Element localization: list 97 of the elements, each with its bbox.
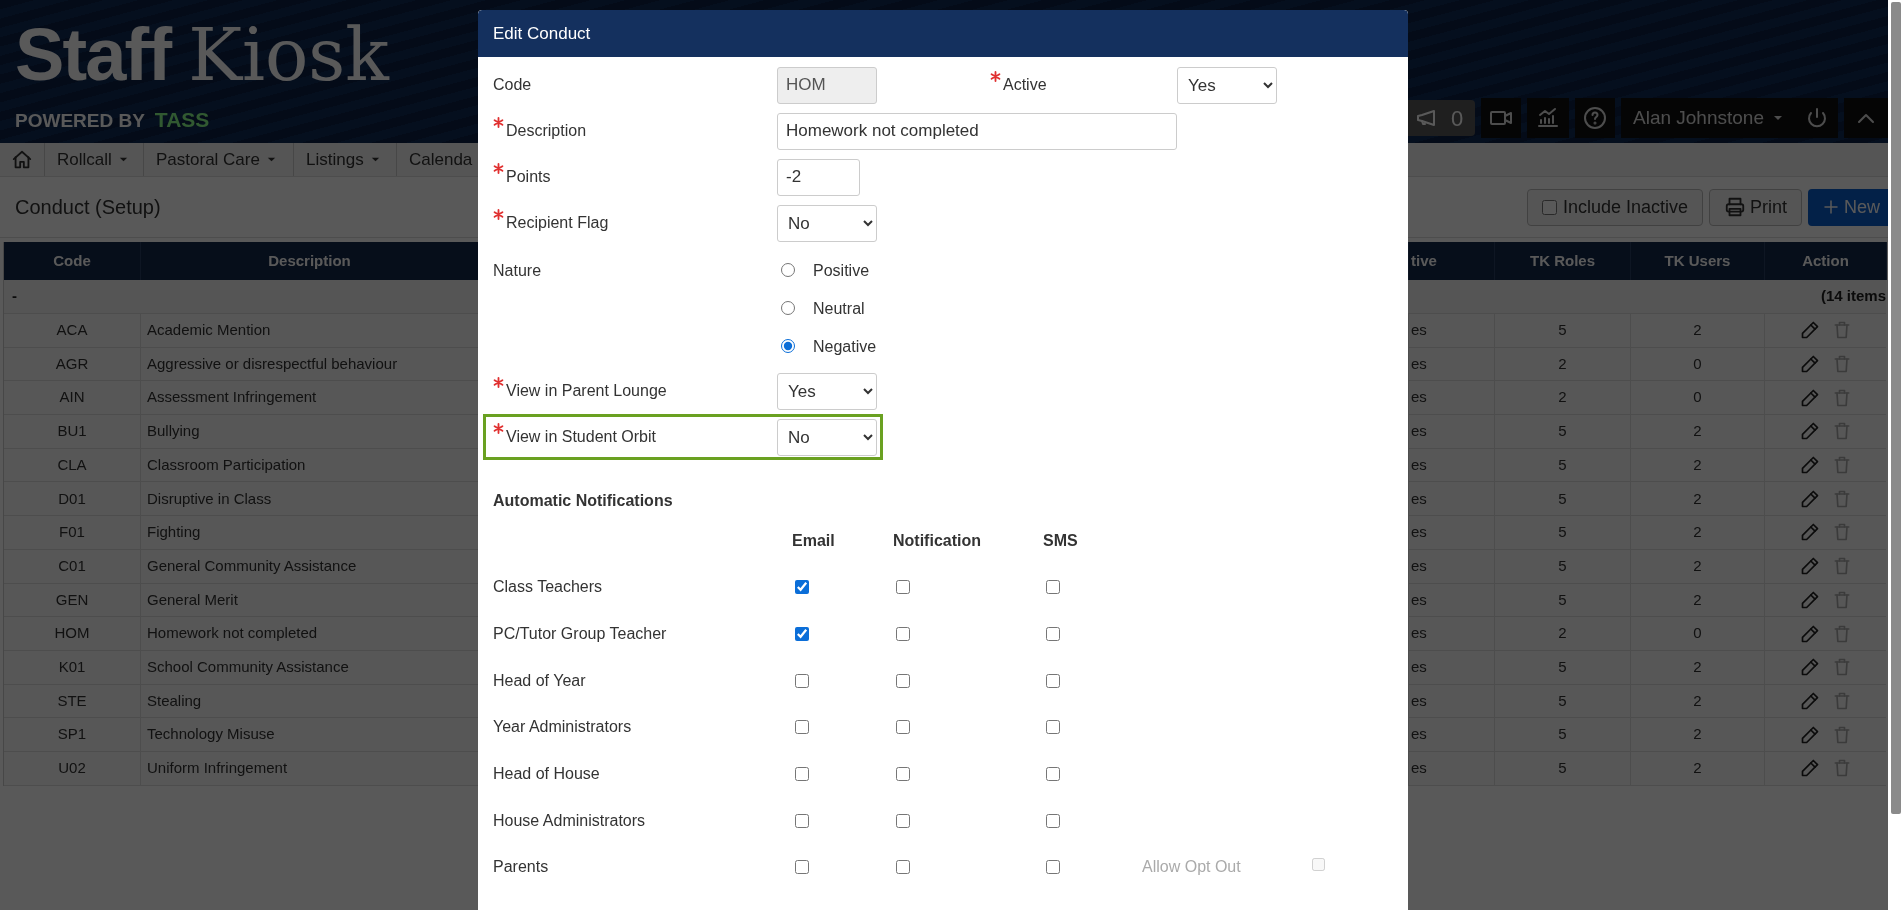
- table-cell-text: 5: [1558, 488, 1567, 509]
- table-cell-text: U02: [58, 758, 86, 779]
- table-cell-text: 2: [1558, 353, 1567, 374]
- table-cell-text: 2: [1693, 522, 1702, 543]
- table-cell-text: Fighting: [147, 522, 201, 543]
- table-cell-text: Aggressive or disrespectful behaviour: [147, 353, 398, 374]
- field-label: Nature: [493, 261, 542, 281]
- table-cell-text: 2: [1693, 724, 1702, 745]
- table-cell-text: 2: [1693, 758, 1702, 779]
- table-cell-text: es: [1411, 690, 1427, 711]
- row-label: Year Administrators: [493, 717, 633, 738]
- field-label: Description: [506, 121, 587, 141]
- table-cell-text: CLA: [57, 454, 87, 475]
- table-cell-text: 5: [1558, 421, 1567, 442]
- table-cell-text: 2: [1693, 555, 1702, 576]
- table-cell-text: es: [1411, 623, 1427, 644]
- table-cell-text: 5: [1558, 454, 1567, 475]
- logo-brand: TASS: [154, 107, 210, 133]
- field-label: Active: [1003, 75, 1047, 95]
- field-label: Points: [506, 167, 551, 187]
- table-cell-text: es: [1411, 758, 1427, 779]
- table-cell-text: Uniform Infringement: [147, 758, 288, 779]
- table-cell-text: Technology Misuse: [147, 724, 275, 745]
- logo-text: Kiosk: [188, 19, 389, 91]
- table-cell-text: 0: [1693, 623, 1702, 644]
- table-cell-text: C01: [58, 555, 86, 576]
- table-cell-text: es: [1411, 488, 1427, 509]
- logo-text: POWERED BY: [15, 109, 145, 133]
- table-cell-text: es: [1411, 421, 1427, 442]
- logo-text: Staff: [15, 18, 171, 92]
- table-cell-text: es: [1411, 589, 1427, 610]
- column-header: SMS: [1043, 532, 1078, 549]
- dialog-title: Edit Conduct: [478, 10, 1408, 57]
- table-cell-text: es: [1411, 555, 1427, 576]
- table-cell-text: es: [1411, 320, 1427, 341]
- table-cell-text: 2: [1693, 320, 1702, 341]
- table-cell-text: 2: [1558, 387, 1567, 408]
- table-cell-text: es: [1411, 522, 1427, 543]
- column-header: Email: [792, 532, 835, 549]
- table-cell-text: AIN: [59, 387, 85, 408]
- table-cell-text: BU1: [57, 421, 87, 442]
- table-cell-text: Academic Mention: [147, 320, 271, 341]
- page-title: Conduct (Setup): [15, 195, 161, 220]
- table-cell-text: 5: [1558, 690, 1567, 711]
- column-header: Notification: [893, 532, 981, 549]
- table-cell-text: es: [1411, 454, 1427, 475]
- table-cell-text: es: [1411, 387, 1427, 408]
- table-cell-text: 5: [1558, 522, 1567, 543]
- table-cell-text: 5: [1558, 758, 1567, 779]
- table-cell-text: General Merit: [147, 589, 238, 610]
- table-cell-text: 2: [1693, 656, 1702, 677]
- table-cell-text: Disruptive in Class: [147, 488, 272, 509]
- table-cell-text: Stealing: [147, 690, 202, 711]
- table-cell-text: 5: [1558, 555, 1567, 576]
- table-cell-text: Bullying: [147, 421, 200, 442]
- row-label: PC/Tutor Group Teacher: [493, 624, 668, 645]
- item-count: (14 items: [1820, 286, 1886, 307]
- table-cell-text: SP1: [57, 724, 87, 745]
- table-cell-text: 2: [1693, 421, 1702, 442]
- table-cell-text: STE: [57, 690, 87, 711]
- field-label: View in Student Orbit: [506, 427, 656, 447]
- table-cell-text: K01: [58, 656, 86, 677]
- table-cell-text: 5: [1558, 320, 1567, 341]
- table-cell-text: D01: [58, 488, 86, 509]
- table-cell-text: Homework not completed: [147, 623, 318, 644]
- table-cell-text: 2: [1693, 454, 1702, 475]
- option-label: Allow Opt Out: [1142, 857, 1242, 878]
- field-label: View in Parent Lounge: [506, 381, 667, 401]
- table-cell-text: GEN: [55, 589, 89, 610]
- table-cell-text: 5: [1558, 589, 1567, 610]
- table-cell-text: 0: [1693, 353, 1702, 374]
- table-cell-text: 2: [1558, 623, 1567, 644]
- table-cell-text: Assessment Infringement: [147, 387, 317, 408]
- table-cell-text: 5: [1558, 656, 1567, 677]
- row-label: Head of House: [493, 764, 601, 785]
- table-cell-text: HOM: [54, 623, 90, 644]
- table-cell-text: es: [1411, 353, 1427, 374]
- table-cell-text: School Community Assistance: [147, 656, 349, 677]
- table-cell-text: Classroom Participation: [147, 454, 306, 475]
- table-cell-text: 5: [1558, 724, 1567, 745]
- section-title: Automatic Notifications: [493, 491, 674, 511]
- table-cell-text: 2: [1693, 690, 1702, 711]
- table-cell-text: AGR: [55, 353, 89, 374]
- row-label: House Administrators: [493, 810, 647, 831]
- row-label: Head of Year: [493, 670, 587, 691]
- row-label: Parents: [493, 857, 550, 878]
- table-cell-text: 0: [1693, 387, 1702, 408]
- table-cell-text: 2: [1693, 589, 1702, 610]
- table-cell-text: ACA: [56, 320, 88, 341]
- field-label: Code: [493, 75, 532, 95]
- table-cell-text: es: [1411, 724, 1427, 745]
- table-cell-text: es: [1411, 656, 1427, 677]
- table-cell-text: F01: [59, 522, 85, 543]
- table-cell-text: 2: [1693, 488, 1702, 509]
- table-cell-text: General Community Assistance: [147, 555, 357, 576]
- row-label: Class Teachers: [493, 577, 604, 598]
- field-label: Recipient Flag: [506, 213, 609, 233]
